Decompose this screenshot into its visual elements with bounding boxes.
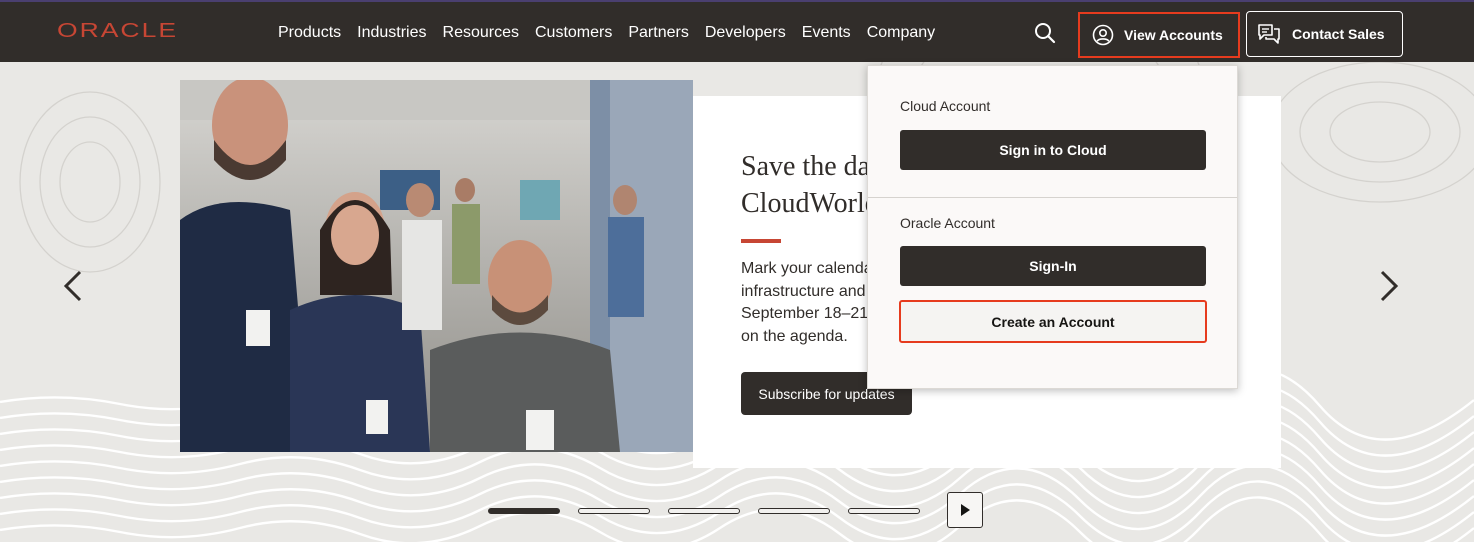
view-accounts-label: View Accounts [1124, 27, 1223, 43]
view-accounts-button[interactable]: View Accounts [1078, 12, 1240, 58]
sign-in-to-cloud-button[interactable]: Sign in to Cloud [900, 130, 1206, 170]
hero-photo [180, 80, 693, 452]
conference-attendees-photo [180, 80, 693, 452]
carousel-indicator-3[interactable] [668, 508, 740, 514]
contact-sales-button[interactable]: Contact Sales [1246, 11, 1403, 57]
promo-body-line: infrastructure and [741, 282, 866, 300]
promo-body-line: Mark your calendar [741, 260, 871, 277]
top-navigation-bar: ORACLE Products Industries Resources Cus… [0, 0, 1474, 62]
svg-text:ORACLE: ORACLE [57, 20, 178, 40]
search-icon [1035, 23, 1056, 44]
carousel-prev-button[interactable] [58, 266, 88, 306]
user-circle-icon [1092, 24, 1114, 46]
promo-body: Mark your calendar infrastructure and Se… [741, 258, 871, 348]
accounts-dropdown: Cloud Account Sign in to Cloud Oracle Ac… [867, 65, 1238, 389]
nav-partners[interactable]: Partners [628, 22, 688, 44]
title-accent-rule [741, 239, 781, 243]
carousel-next-button[interactable] [1374, 266, 1404, 306]
nav-company[interactable]: Company [867, 22, 935, 44]
carousel-indicator-1[interactable] [488, 508, 560, 514]
search-button[interactable] [1033, 21, 1057, 45]
oracle-logo-mark: ORACLE [57, 20, 178, 42]
nav-industries[interactable]: Industries [357, 22, 426, 44]
carousel-play-button[interactable] [947, 492, 983, 528]
carousel-indicator-2[interactable] [578, 508, 650, 514]
create-account-button[interactable]: Create an Account [899, 300, 1207, 343]
promo-body-line: on the agenda. [741, 327, 848, 345]
play-icon [961, 504, 970, 516]
contact-sales-label: Contact Sales [1292, 26, 1385, 42]
nav-products[interactable]: Products [278, 22, 341, 44]
nav-events[interactable]: Events [802, 22, 851, 44]
sign-in-button[interactable]: Sign-In [900, 246, 1206, 286]
oracle-logo[interactable]: ORACLE [57, 20, 179, 44]
chevron-left-icon [63, 270, 82, 302]
main-nav: Products Industries Resources Customers … [278, 22, 935, 44]
cloud-account-heading: Cloud Account [900, 98, 991, 114]
carousel-indicator-4[interactable] [758, 508, 830, 514]
chevron-right-icon [1380, 270, 1399, 302]
dropdown-divider [868, 197, 1237, 198]
nav-developers[interactable]: Developers [705, 22, 786, 44]
promo-body-line: September 18–21, [741, 305, 871, 322]
nav-customers[interactable]: Customers [535, 22, 612, 44]
chat-bubbles-icon [1258, 24, 1280, 44]
carousel-indicator-5[interactable] [848, 508, 920, 514]
oracle-account-heading: Oracle Account [900, 215, 995, 231]
nav-resources[interactable]: Resources [443, 22, 519, 44]
